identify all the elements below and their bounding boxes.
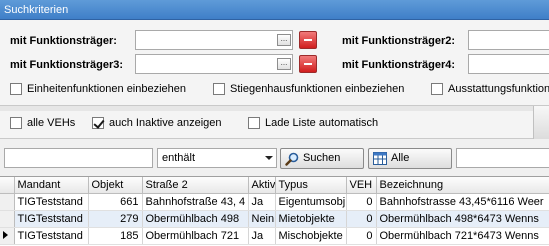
column-header-veh[interactable]: VEH	[346, 177, 377, 194]
einheitenfunktionen-checkbox[interactable]: Einheitenfunktionen einbeziehen	[10, 83, 186, 96]
funktionstraeger4-label: mit Funktionsträger4:	[342, 59, 456, 71]
table-row-current[interactable]: TIGTeststand 185 Obermühlbach 721 Ja Mis…	[0, 227, 549, 245]
search-bar: enthält Suchen Alle	[0, 145, 549, 172]
cell-veh: 0	[346, 193, 377, 211]
checkbox-box[interactable]	[10, 117, 22, 130]
funktionstraeger1-clear-button[interactable]	[299, 31, 317, 49]
cell-mandant: TIGTeststand	[14, 193, 89, 211]
checkbox-box[interactable]	[431, 83, 443, 96]
stiegenhausfunktionen-checkbox[interactable]: Stiegenhausfunktionen einbeziehen	[213, 83, 404, 96]
cell-objekt: 279	[88, 210, 143, 228]
window-title: Suchkriterien	[0, 0, 549, 20]
filter-panel: mit Funktionsträger: ... mit Funktionstr…	[0, 20, 549, 106]
row-indicator	[0, 193, 15, 211]
column-header-aktiv[interactable]: Aktiv	[248, 177, 276, 194]
cell-strasse: Obermühlbach 498	[142, 210, 249, 228]
minus-icon	[304, 63, 312, 65]
all-button[interactable]: Alle	[368, 148, 452, 169]
cell-mandant: TIGTeststand	[14, 210, 89, 228]
funktionstraeger3-input[interactable]	[135, 54, 293, 74]
cell-typus: Mischobjekte	[275, 227, 347, 245]
cell-objekt: 185	[88, 227, 143, 245]
cell-strasse: Obermühlbach 721	[142, 227, 249, 245]
column-header-objekt[interactable]: Objekt	[88, 177, 143, 194]
panel-scrollbar[interactable]	[533, 106, 549, 139]
magnifier-icon	[285, 152, 300, 173]
current-row-arrow-icon	[3, 230, 8, 239]
search-button[interactable]: Suchen	[280, 148, 364, 169]
results-grid: Mandant Objekt Straße 2 Aktiv Typus VEH …	[0, 176, 549, 246]
table-row[interactable]: TIGTeststand 661 Bahnhofstraße 43, 4 Ja …	[0, 193, 549, 211]
funktionstraeger2-label: mit Funktionsträger2:	[342, 35, 456, 47]
cell-strasse: Bahnhofstraße 43, 4	[142, 193, 249, 211]
row-indicator	[0, 227, 15, 245]
funktionstraeger1-browse-button[interactable]: ...	[277, 34, 291, 46]
inaktive-anzeigen-checkbox[interactable]: auch Inaktive anzeigen	[92, 117, 222, 130]
cell-objekt: 661	[88, 193, 143, 211]
checkbox-box[interactable]	[213, 83, 225, 96]
row-indicator-header	[0, 177, 15, 194]
operator-select[interactable]: enthält	[157, 148, 277, 168]
table-icon	[373, 152, 387, 172]
cell-mandant: TIGTeststand	[14, 227, 89, 245]
extra-filter-input[interactable]	[456, 148, 549, 168]
cell-aktiv: Ja	[248, 227, 276, 245]
checkbox-box-checked[interactable]	[92, 117, 104, 130]
alle-vehs-checkbox[interactable]: alle VEHs	[10, 117, 75, 130]
search-input[interactable]	[4, 148, 153, 168]
cell-aktiv: Ja	[248, 193, 276, 211]
row-indicator	[0, 210, 15, 228]
column-header-typus[interactable]: Typus	[275, 177, 347, 194]
cell-veh: 0	[346, 227, 377, 245]
cell-typus: Eigentumsobj	[275, 193, 347, 211]
funktionstraeger1-input[interactable]	[135, 30, 293, 50]
lade-liste-automatisch-checkbox[interactable]: Lade Liste automatisch	[248, 117, 378, 130]
funktionstraeger1-label: mit Funktionsträger:	[10, 35, 117, 47]
ausstattungsfunktion-checkbox[interactable]: Ausstattungsfunktion	[431, 83, 549, 96]
column-header-bezeichnung[interactable]: Bezeichnung	[376, 177, 549, 194]
column-header-strasse[interactable]: Straße 2	[142, 177, 249, 194]
cell-aktiv: Nein	[248, 210, 276, 228]
column-header-mandant[interactable]: Mandant	[14, 177, 89, 194]
table-row[interactable]: TIGTeststand 279 Obermühlbach 498 Nein M…	[0, 210, 549, 228]
checkbox-box[interactable]	[10, 83, 22, 96]
funktionstraeger3-browse-button[interactable]: ...	[277, 58, 291, 70]
options-panel: alle VEHs auch Inaktive anzeigen Lade Li…	[0, 111, 549, 139]
funktionstraeger3-label: mit Funktionsträger3:	[10, 59, 124, 71]
cell-bezeichnung: Obermühlbach 498*6473 Wenns	[376, 210, 549, 228]
funktionstraeger4-input[interactable]	[468, 54, 549, 74]
funktionstraeger3-clear-button[interactable]	[299, 55, 317, 73]
cell-veh: 0	[346, 210, 377, 228]
cell-typus: Mietobjekte	[275, 210, 347, 228]
table-header-row: Mandant Objekt Straße 2 Aktiv Typus VEH …	[0, 177, 549, 194]
cell-bezeichnung: Bahnhofstrasse 43,45*6116 Weer	[376, 193, 549, 211]
funktionstraeger2-input[interactable]	[468, 30, 549, 50]
chevron-down-icon	[265, 156, 273, 160]
cell-bezeichnung: Obermühlbach 721*6473 Wenns	[376, 227, 549, 245]
checkbox-box[interactable]	[248, 117, 260, 130]
minus-icon	[304, 39, 312, 41]
